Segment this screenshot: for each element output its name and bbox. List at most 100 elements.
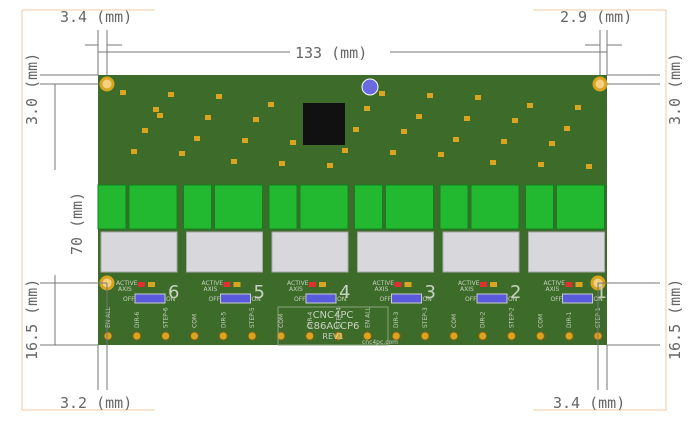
ribbon-connector [357,231,434,273]
led [394,282,402,287]
pin-label: DIR-5 [220,312,227,328]
terminal-block-small [439,184,469,230]
smd-pad [194,136,200,141]
terminal-block-small [183,184,212,230]
smd-pad [290,140,296,145]
smd-pad [527,103,533,108]
led [490,282,497,287]
led [138,282,145,287]
off-label: OFF [380,296,392,303]
smd-pad [416,114,422,119]
dim-top-left: 3.4 (mm) [60,8,132,26]
smd-pad [279,161,285,166]
smd-pad [153,107,159,112]
pcb-dimension-drawing: 6 ACTIVE AXIS OFF ON 5 ACTIVE AXIS OFF ON 4 ACTIVE A… [0,0,688,431]
led [480,282,487,287]
pin-label: DIR-2 [480,312,487,328]
pin-pad [478,331,488,341]
pin-pad [535,331,545,341]
brand-label: CNC4PC [313,310,354,321]
model-label: C86ACCP6 [307,321,360,332]
on-label: ON [166,296,175,303]
on-label: ON [508,296,517,303]
pin-label: COM [537,314,544,328]
dim-left-top: 3.0 (mm) [23,53,41,125]
ribbon-connector [271,231,349,273]
pin-label: DIR-3 [393,312,400,328]
smd-pad [142,128,148,133]
smd-pad [453,137,459,142]
dim-left-bottom: 16.5 (mm) [23,279,41,360]
smd-pad [390,150,396,155]
smd-pad [242,138,248,143]
off-label: OFF [465,296,477,303]
led [148,282,155,287]
dip-switch [476,293,508,304]
terminal-block-small [97,184,127,230]
smd-pad [501,139,507,144]
pin-label: EN ALL [364,306,371,328]
pin-pad [420,331,430,341]
dim-width: 133 (mm) [295,44,367,62]
led [565,282,573,287]
smd-pad [353,127,359,132]
dip-switch [220,293,251,304]
pin-pad [449,331,459,341]
revision-label: REV1 [322,332,343,341]
ribbon-connector [442,231,520,273]
on-label: ON [337,296,346,303]
terminal-block-small [354,184,383,230]
pin-label: DIR-6 [134,312,141,328]
smd-pad [464,116,470,121]
led [575,282,583,287]
dim-top-right: 2.9 (mm) [560,8,632,26]
smd-pad [231,159,237,164]
microcontroller-chip [303,103,345,145]
ribbon-connector [186,231,263,273]
axis-label: AXIS [546,286,560,293]
pin-pad [305,331,315,341]
website-label: cnc4pc.com [362,339,398,346]
pin-label: STEP-2 [509,307,516,328]
smd-pad [475,95,481,100]
terminal-block-small [525,184,554,230]
dim-right-bottom: 16.5 (mm) [666,279,684,360]
smd-pad [575,105,581,110]
pin-label: DIR-1 [566,312,573,328]
drawing-canvas: 6ACTIVEAXISOFF ON 5ACTIVEAXISOFF ON 4ACTIVEA… [21,8,684,412]
off-label: OFF [123,296,135,303]
smd-pad [327,163,333,168]
on-label: ON [423,296,432,303]
off-label: OFF [294,296,306,303]
axis-label: AXIS [375,286,389,293]
dip-switch [305,293,337,304]
mounting-hole [99,76,115,92]
pin-pad [218,331,228,341]
smd-pad [438,152,444,157]
pin-label: EN ALL [105,306,112,328]
led [319,282,326,287]
terminal-block-large [299,184,349,230]
pin-label: STEP-5 [249,307,256,328]
terminal-block-large [214,184,263,230]
terminal-block-large [128,184,178,230]
smd-pad [538,162,544,167]
smd-pad [564,126,570,131]
axis-label: AXIS [289,286,303,293]
ribbon-connector [100,231,178,273]
smd-pad [205,115,211,120]
smd-pad [490,160,496,165]
led [223,282,231,287]
smd-pad [131,149,137,154]
smd-pad [216,94,222,99]
smd-pad [253,117,259,122]
dip-switch [134,293,166,304]
terminal-block-large [556,184,605,230]
capacitor [361,78,379,96]
smd-pad [342,148,348,153]
dim-bottom-right: 3.4 (mm) [553,394,625,412]
axis-label: AXIS [460,286,474,293]
smd-pad [120,90,126,95]
terminal-block-small [268,184,298,230]
pin-label: COM [278,314,285,328]
